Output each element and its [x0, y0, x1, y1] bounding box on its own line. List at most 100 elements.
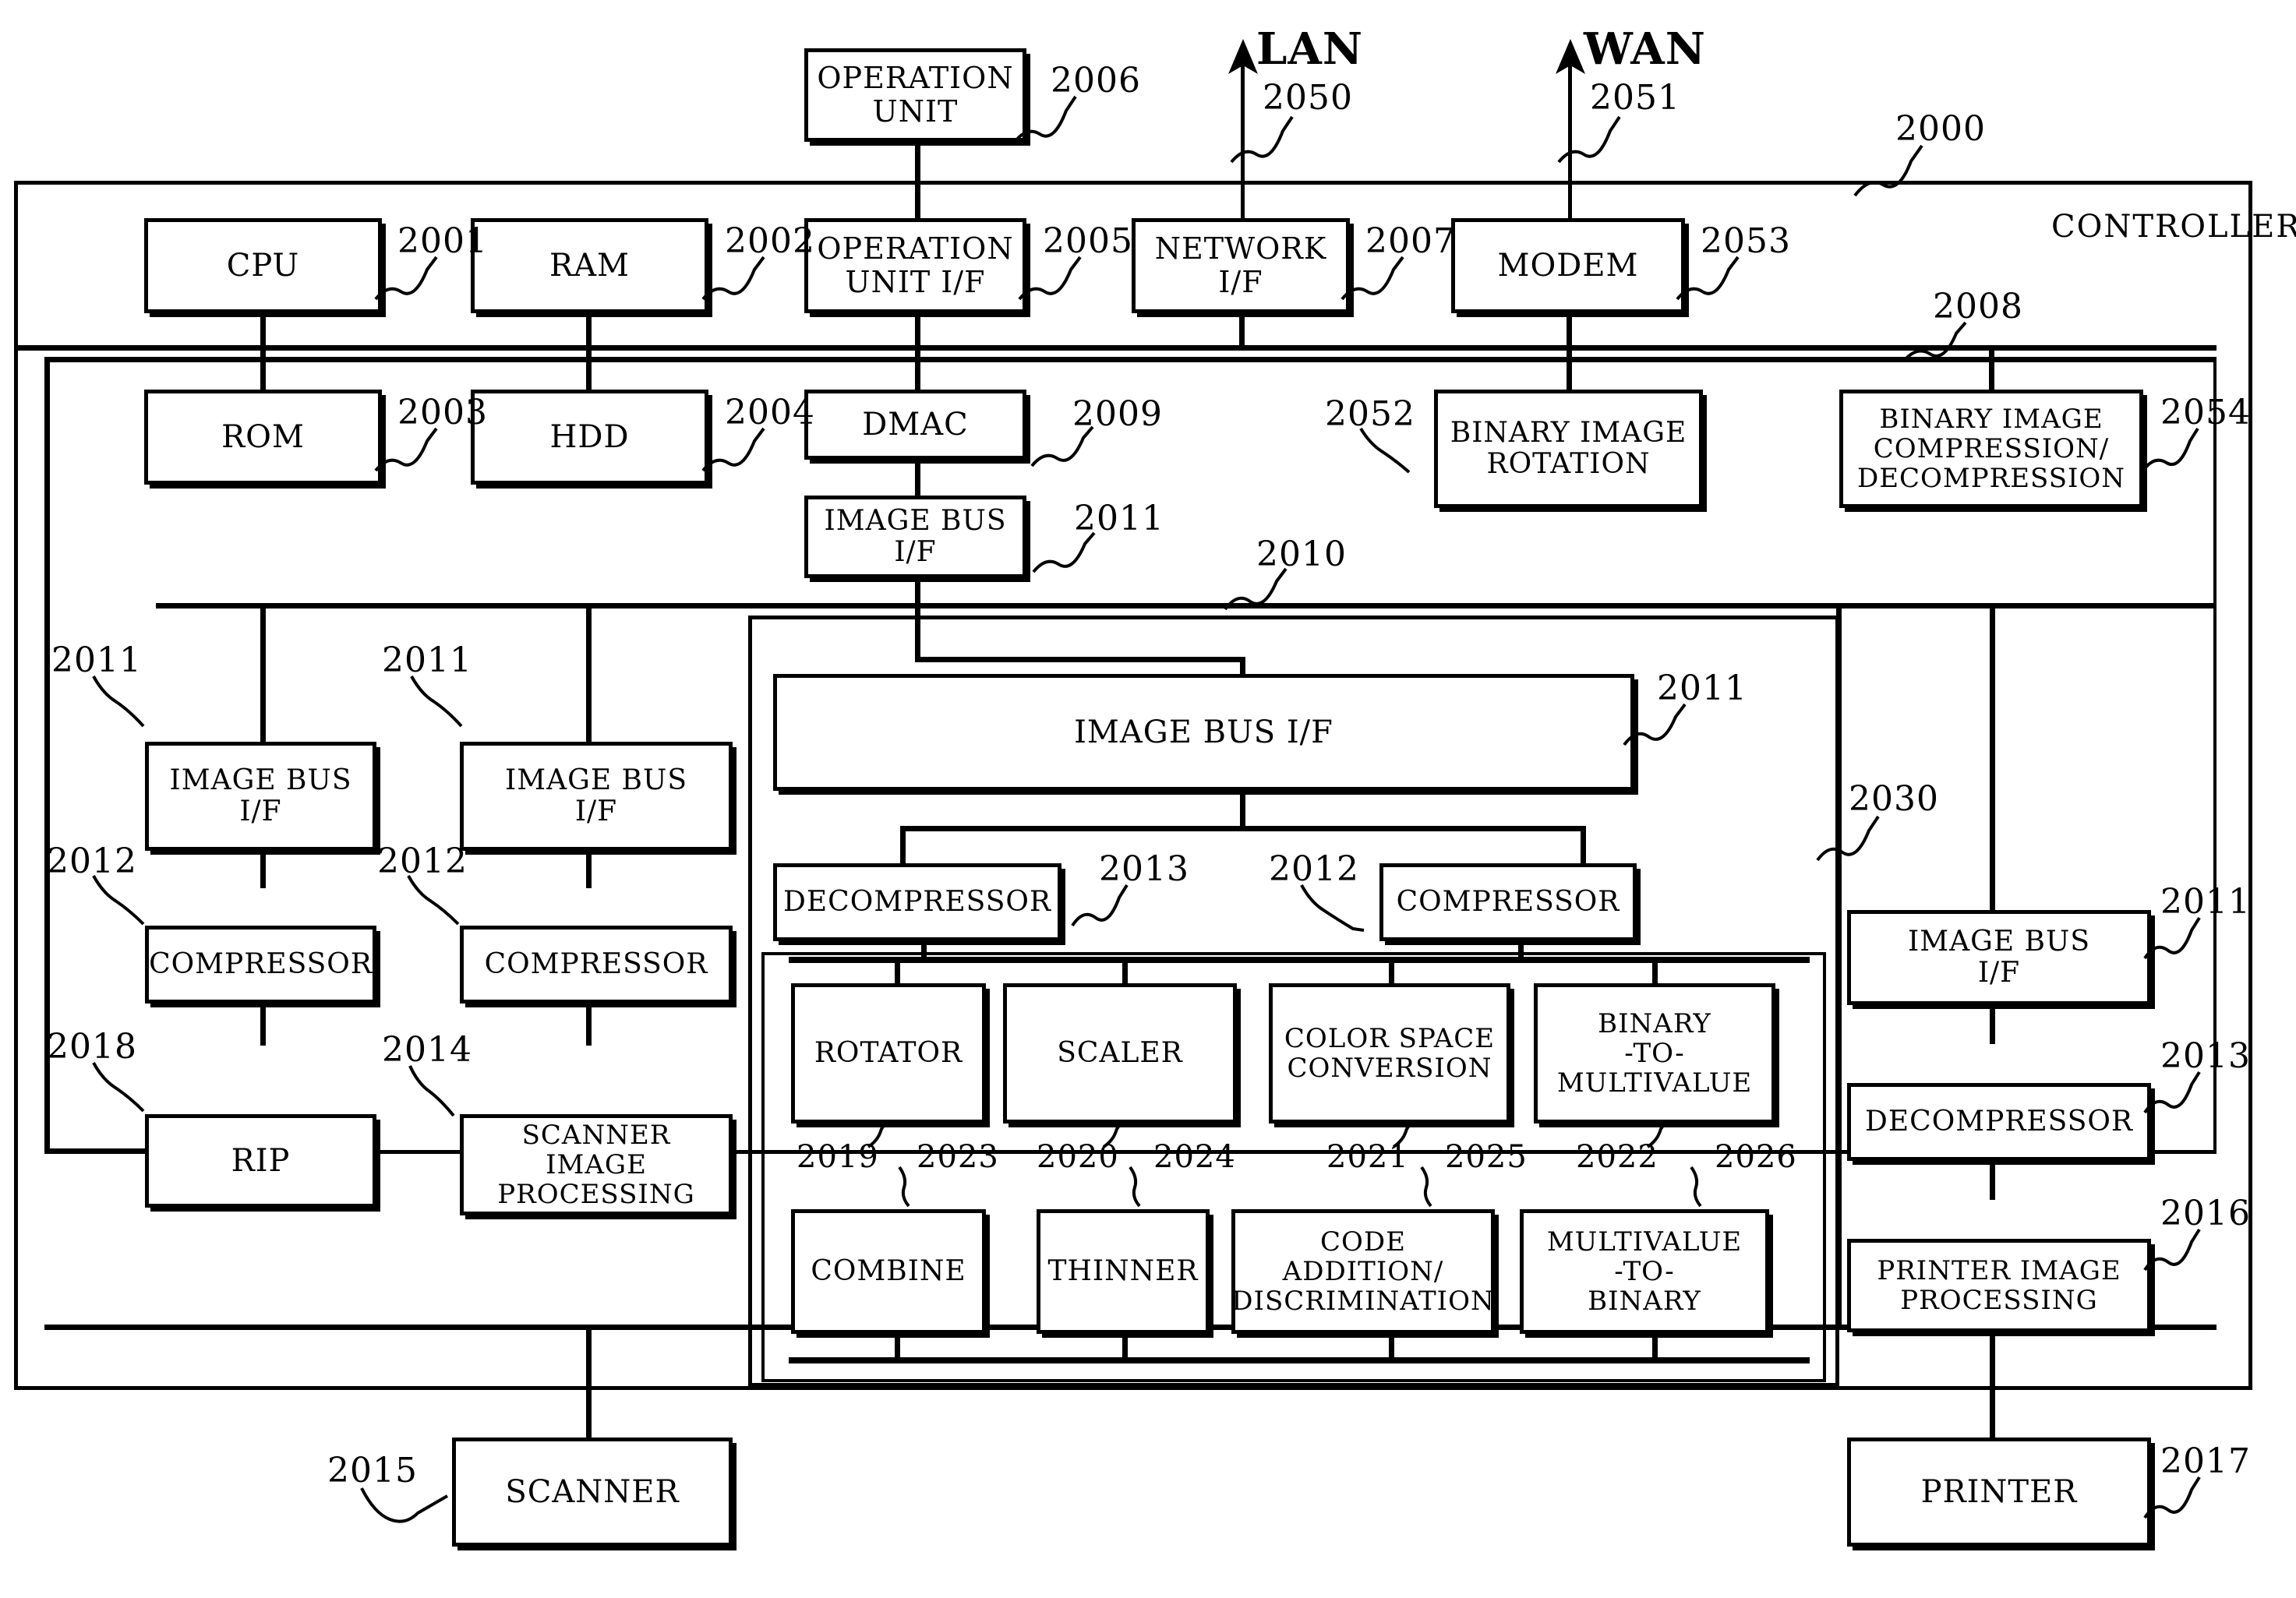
block-image-bus-if-left[interactable]: IMAGE BUS I/F — [145, 742, 376, 851]
block-thinner[interactable]: THINNER — [1037, 1209, 1210, 1334]
wire-mtb-bar — [1652, 1334, 1658, 1360]
wire-centerbusif-split — [1240, 789, 1245, 830]
leader-2007 — [1341, 256, 1404, 301]
block-operation-unit[interactable]: OPERATION UNIT — [804, 48, 1026, 142]
block-modem[interactable]: MODEM — [1451, 218, 1685, 313]
block-rom[interactable]: ROM — [144, 390, 382, 485]
block-image-bus-if-center-label: IMAGE BUS I/F — [1074, 714, 1333, 750]
wire-split-decomp — [900, 826, 906, 863]
leader-2018 — [92, 1062, 145, 1113]
block-compressor-mid[interactable]: COMPRESSOR — [460, 926, 733, 1004]
block-rip[interactable]: RIP — [145, 1114, 376, 1208]
block-binary-image-compression-decompression-label: BINARY IMAGE COMPRESSION/ DECOMPRESSION — [1856, 403, 2126, 495]
leader-2019 — [867, 1120, 891, 1148]
leader-2014 — [408, 1065, 455, 1117]
block-color-space-conversion[interactable]: COLOR SPACE CONVERSION — [1269, 983, 1510, 1124]
block-image-bus-if-top[interactable]: IMAGE BUS I/F — [804, 496, 1026, 578]
leader-2052 — [1359, 427, 1411, 474]
block-ram[interactable]: RAM — [471, 218, 708, 313]
leader-2026 — [1690, 1166, 1702, 1208]
block-network-if[interactable]: NETWORK I/F — [1132, 218, 1350, 313]
leader-2011-mid — [410, 676, 463, 728]
block-image-bus-if-left-label: IMAGE BUS I/F — [169, 764, 352, 827]
block-image-bus-if-right[interactable]: IMAGE BUS I/F — [1847, 910, 2151, 1005]
image-bus-rail-top — [156, 603, 2217, 609]
block-multivalue-to-binary-label: MULTIVALUE -TO- BINARY — [1546, 1226, 1743, 1318]
block-printer[interactable]: PRINTER — [1847, 1437, 2151, 1547]
block-operation-unit-if-label: OPERATION UNIT I/F — [817, 231, 1014, 299]
ref-2025: 2025 — [1445, 1139, 1528, 1175]
wire-center-split-bar — [900, 826, 1586, 831]
leader-2013-center — [1071, 884, 1129, 927]
leader-2015 — [360, 1487, 449, 1523]
leader-2012-center — [1300, 884, 1365, 932]
block-image-bus-if-mid-label: IMAGE BUS I/F — [504, 764, 688, 827]
wire-netif-bus — [1239, 312, 1245, 351]
patent-figure: OPERATION UNIT CPU RAM OPERATION UNIT I/… — [0, 0, 2296, 1598]
block-printer-image-processing-label: PRINTER IMAGE PROCESSING — [1877, 1254, 2121, 1316]
block-rip-label: RIP — [231, 1142, 291, 1179]
block-modem-label: MODEM — [1497, 247, 1639, 284]
wire-bar-csc — [1389, 957, 1394, 985]
block-hdd[interactable]: HDD — [471, 390, 708, 485]
ref-2026: 2026 — [1715, 1139, 1797, 1175]
lan-label: LAN — [1256, 23, 1364, 75]
wire-rightbusif-decomp — [1990, 1005, 1995, 1044]
block-combine[interactable]: COMBINE — [791, 1209, 986, 1334]
block-operation-unit-if[interactable]: OPERATION UNIT I/F — [804, 218, 1026, 313]
block-color-space-conversion-label: COLOR SPACE CONVERSION — [1284, 1022, 1496, 1084]
leader-2051 — [1557, 115, 1621, 164]
block-compressor-left[interactable]: COMPRESSOR — [145, 926, 376, 1004]
leader-2002 — [701, 256, 765, 301]
block-compressor-center[interactable]: COMPRESSOR — [1379, 863, 1637, 941]
block-printer-image-processing[interactable]: PRINTER IMAGE PROCESSING — [1847, 1239, 2151, 1332]
wire-imagebusif-rails — [915, 577, 920, 662]
block-cpu[interactable]: CPU — [144, 218, 382, 313]
wan-label: WAN — [1584, 23, 1706, 75]
block-decompressor-right[interactable]: DECOMPRESSOR — [1847, 1083, 2151, 1161]
block-rotator[interactable]: ROTATOR — [791, 983, 986, 1124]
wire-opunit-opif — [915, 140, 920, 226]
block-image-bus-if-mid[interactable]: IMAGE BUS I/F — [460, 742, 733, 851]
block-decompressor-center[interactable]: DECOMPRESSOR — [773, 863, 1061, 941]
block-image-bus-if-center[interactable]: IMAGE BUS I/F — [773, 674, 1634, 791]
block-scanner-image-processing-label: SCANNER IMAGE PROCESSING — [497, 1119, 695, 1211]
leader-2005 — [1018, 256, 1082, 301]
block-code-addition-discrimination-label: CODE ADDITION/ DISCRIMINATION — [1231, 1226, 1495, 1318]
block-multivalue-to-binary[interactable]: MULTIVALUE -TO- BINARY — [1520, 1209, 1769, 1334]
block-binary-image-compression-decompression[interactable]: BINARY IMAGE COMPRESSION/ DECOMPRESSION — [1839, 390, 2143, 508]
image-bus-right-edge — [1836, 603, 1842, 1330]
wire-cpu-bus — [260, 312, 266, 351]
wire-opif-bus — [915, 312, 920, 351]
wire-bus-bir — [1567, 351, 1572, 391]
block-scaler[interactable]: SCALER — [1003, 983, 1237, 1124]
leader-2004 — [701, 427, 765, 472]
block-binary-image-rotation[interactable]: BINARY IMAGE ROTATION — [1434, 390, 1703, 508]
wire-split-comp — [1581, 826, 1586, 863]
block-dmac[interactable]: DMAC — [804, 390, 1026, 460]
leader-2003 — [374, 427, 438, 472]
block-code-addition-discrimination[interactable]: CODE ADDITION/ DISCRIMINATION — [1231, 1209, 1495, 1334]
block-rotator-label: ROTATOR — [814, 1036, 963, 1069]
wire-bar-scaler — [1122, 957, 1128, 985]
block-binary-to-multivalue[interactable]: BINARY -TO- MULTIVALUE — [1534, 983, 1775, 1124]
wire-rail-leftbusif — [260, 603, 266, 743]
wire-ram-bus — [586, 312, 592, 351]
leader-2008 — [1903, 321, 1967, 362]
leader-2011-top — [1032, 531, 1096, 573]
wire-bar-rotator — [895, 957, 900, 985]
block-decompressor-center-label: DECOMPRESSOR — [783, 885, 1051, 918]
wire-bar-btm — [1652, 957, 1658, 985]
leader-2011-center — [1623, 703, 1687, 746]
wire-bus-hdd — [586, 351, 592, 391]
leader-2000 — [1853, 144, 1923, 197]
wire-dmac-imagebusif — [915, 460, 920, 497]
block-scaler-label: SCALER — [1057, 1036, 1183, 1069]
block-network-if-label: NETWORK I/F — [1154, 231, 1327, 299]
block-compressor-center-label: COMPRESSOR — [1396, 885, 1620, 918]
block-scanner[interactable]: SCANNER — [452, 1437, 733, 1547]
leader-2010 — [1224, 567, 1288, 611]
block-ram-label: RAM — [549, 247, 630, 284]
wire-bottom-scanner — [586, 1325, 592, 1441]
block-scanner-image-processing[interactable]: SCANNER IMAGE PROCESSING — [460, 1114, 733, 1215]
